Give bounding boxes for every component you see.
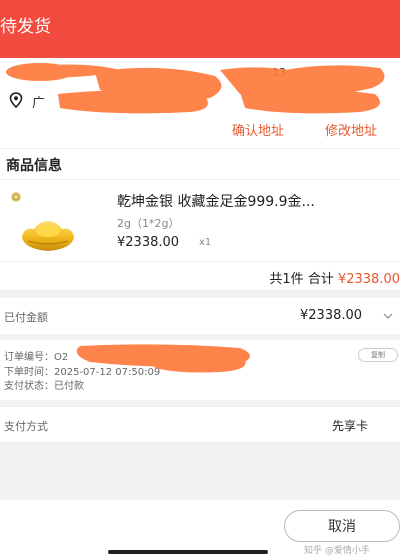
total-amount: ¥2338.00: [337, 272, 400, 287]
cancel-order-button[interactable]: 取消: [284, 510, 400, 542]
divider: [0, 261, 400, 262]
order-number-row: 订单编号：O2: [4, 348, 68, 363]
divider: [0, 179, 400, 180]
paid-amount-value: ¥2338.00: [300, 308, 363, 323]
product-spec: 2g（1*2g）: [117, 217, 180, 230]
paid-amount-row[interactable]: 已付金额 ¥2338.00: [0, 298, 400, 334]
recipient-name: [10, 66, 50, 80]
confirm-address-button[interactable]: 确认地址: [232, 120, 284, 139]
product-section-title: 商品信息: [6, 158, 62, 174]
payment-method-row: 支付方式 先享卡: [0, 406, 400, 442]
paid-amount-label: 已付金额: [4, 311, 48, 324]
home-indicator[interactable]: [108, 550, 268, 554]
modify-address-button[interactable]: 修改地址: [325, 120, 377, 139]
chevron-down-icon[interactable]: [383, 312, 393, 320]
order-info-card: 订单编号：O2 下单时间：2025-07-12 07:50:09 支付状态：已付…: [0, 340, 400, 400]
recipient-phone: 13: [272, 66, 286, 79]
payment-method-value: 先享卡: [332, 419, 369, 433]
location-pin-icon: [9, 92, 23, 108]
page-title: 待发货: [0, 17, 51, 37]
product-thumbnail[interactable]: [16, 207, 80, 263]
header-bar: 待发货: [0, 0, 400, 58]
product-price: ¥2338.00: [117, 235, 180, 250]
payment-method-label: 支付方式: [4, 420, 48, 433]
watermark: 知乎 @爱情小手: [304, 546, 370, 556]
order-time-row: 下单时间：2025-07-12 07:50:09: [4, 363, 160, 378]
shop-logo-icon: [11, 192, 21, 202]
pay-status-label: 支付状态：: [4, 381, 54, 392]
total-label: 合计: [307, 272, 334, 287]
address-card: 13 广 确认地址 修改地址: [0, 58, 400, 148]
recipient-address: 广: [32, 96, 46, 111]
product-name[interactable]: 乾坤金银 收藏金足金999.9金...: [117, 191, 397, 211]
order-total: 共1件 合计 ¥2338.00: [269, 268, 400, 287]
order-number-label: 订单编号：: [4, 352, 54, 363]
pay-status-value: 已付款: [54, 381, 84, 392]
order-number-value: O2: [54, 352, 69, 363]
product-card: 商品信息 乾坤金银 收藏金足金999.9金... 2g（1*2g） ¥2338.…: [0, 148, 400, 290]
pay-status-row: 支付状态：已付款: [4, 377, 84, 392]
item-count: 共1件: [269, 272, 304, 287]
copy-order-number-button[interactable]: 复制: [358, 348, 398, 362]
product-quantity: x1: [199, 237, 212, 248]
